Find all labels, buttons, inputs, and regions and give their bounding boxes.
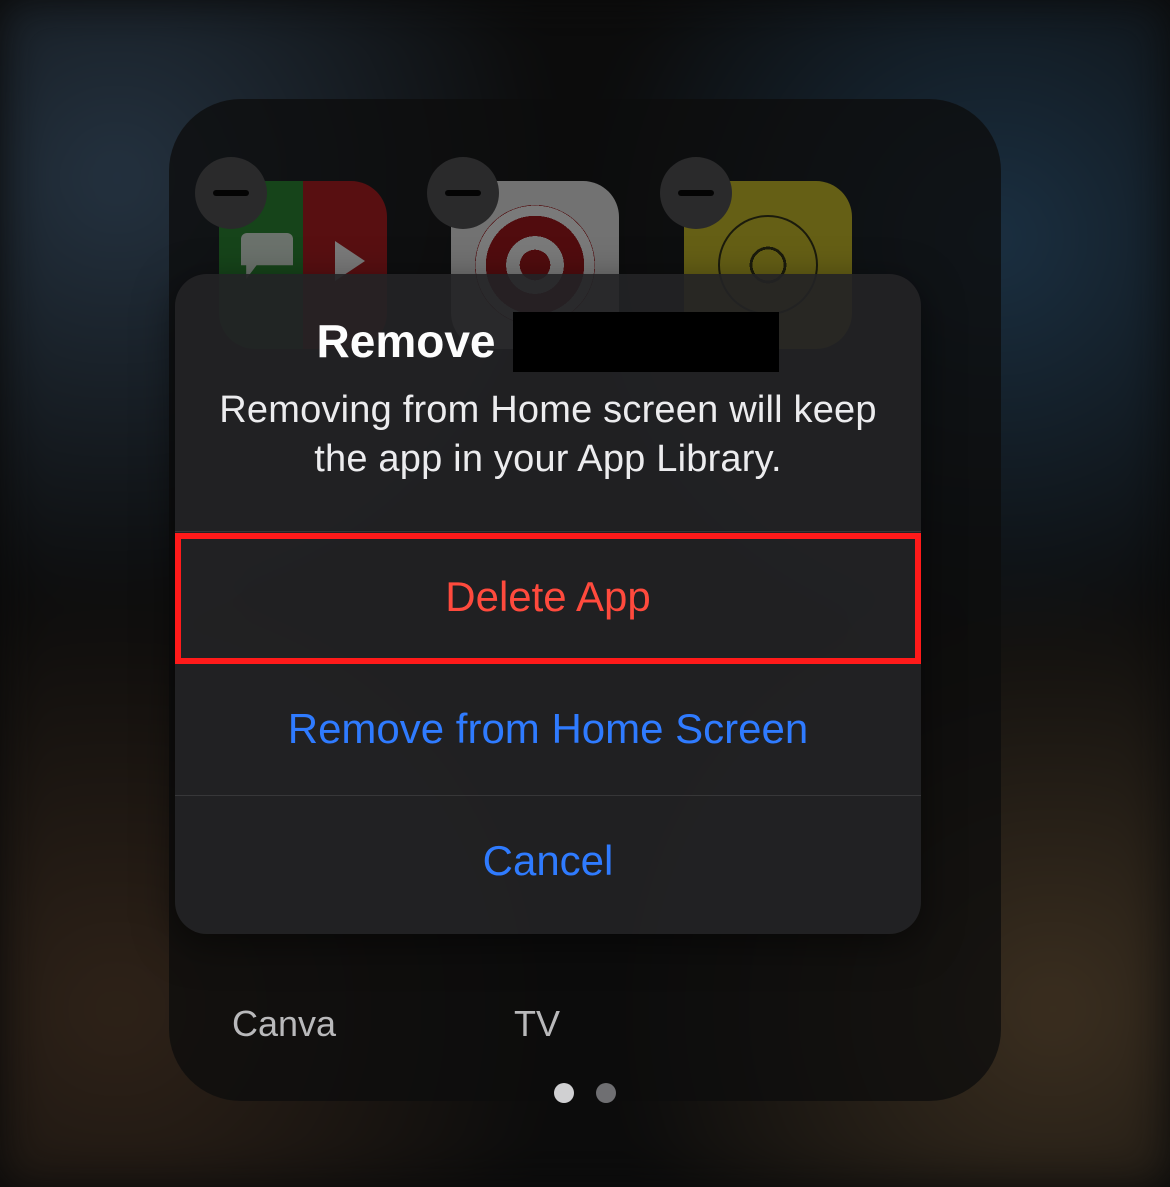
- delete-app-button[interactable]: Delete App: [175, 531, 921, 663]
- action-sheet-message: Removing from Home screen will keep the …: [219, 386, 877, 485]
- redacted-app-name: [513, 312, 779, 372]
- page-dot-1: [554, 1083, 574, 1103]
- action-sheet-header: Remove Removing from Home screen will ke…: [175, 274, 921, 531]
- app-label-canva: Canva: [232, 1003, 336, 1045]
- action-sheet-title-prefix: Remove: [317, 313, 496, 371]
- action-sheet-title: Remove: [219, 312, 877, 372]
- folder-app-labels: Canva TV: [169, 1003, 1001, 1051]
- cancel-button[interactable]: Cancel: [175, 795, 921, 927]
- app-label-tv: TV: [514, 1003, 560, 1045]
- remove-from-home-button[interactable]: Remove from Home Screen: [175, 663, 921, 795]
- page-dot-2: [596, 1083, 616, 1103]
- page-indicator[interactable]: [169, 1083, 1001, 1107]
- remove-app-action-sheet: Remove Removing from Home screen will ke…: [175, 274, 921, 934]
